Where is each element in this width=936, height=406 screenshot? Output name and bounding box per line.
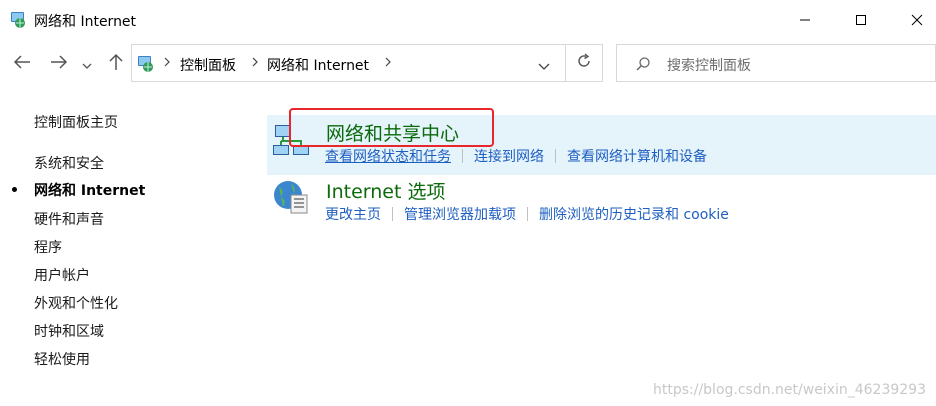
sidebar-item-clock-region[interactable]: 时钟和区域 [34, 321, 104, 341]
sidebar-link-control-panel-home[interactable]: 控制面板主页 [34, 112, 118, 132]
address-bar[interactable]: 控制面板 网络和 Internet [131, 44, 571, 82]
sidebar-item-user-accounts[interactable]: 用户帐户 [34, 265, 90, 285]
search-input[interactable]: 搜索控制面板 [667, 55, 751, 75]
link-view-network-status[interactable]: 查看网络状态和任务 [325, 149, 451, 165]
maximize-icon [855, 11, 867, 30]
link-separator [462, 149, 463, 163]
sidebar-item-network-internet[interactable]: 网络和 Internet [34, 180, 145, 200]
internet-options-globe-icon [271, 177, 311, 217]
title-bar: 网络和 Internet [0, 0, 936, 40]
sidebar-item-appearance[interactable]: 外观和个性化 [34, 293, 118, 313]
category-links: 查看网络状态和任务 连接到网络 查看网络计算机和设备 [325, 146, 707, 166]
back-button[interactable] [10, 52, 34, 76]
breadcrumb-network-internet[interactable]: 网络和 Internet [267, 55, 369, 75]
close-icon [911, 11, 923, 30]
search-icon [635, 56, 651, 76]
window-title: 网络和 Internet [34, 14, 137, 30]
red-annotation-box [289, 108, 494, 147]
breadcrumb-control-panel[interactable]: 控制面板 [180, 55, 236, 75]
sidebar-item-system-security[interactable]: 系统和安全 [34, 153, 104, 173]
link-change-homepage[interactable]: 更改主页 [325, 207, 381, 223]
link-delete-history[interactable]: 删除浏览的历史记录和 cookie [539, 207, 729, 223]
sidebar-item-ease-of-access[interactable]: 轻松使用 [34, 349, 90, 369]
link-separator [555, 149, 556, 163]
chevron-right-icon [384, 56, 392, 71]
minimize-button[interactable] [782, 0, 828, 40]
arrow-right-icon [50, 54, 68, 74]
chevron-right-icon [251, 56, 259, 71]
sidebar-item-programs[interactable]: 程序 [34, 237, 62, 257]
link-connect-to-network[interactable]: 连接到网络 [474, 149, 544, 165]
category-internet-options[interactable]: Internet 选项 更改主页 管理浏览器加载项 删除浏览的历史记录和 cooki… [267, 175, 936, 235]
minimize-icon [799, 11, 811, 30]
network-globe-icon [8, 10, 28, 30]
maximize-button[interactable] [838, 0, 884, 40]
forward-button[interactable] [47, 52, 71, 76]
up-button[interactable] [104, 52, 128, 76]
link-separator [527, 207, 528, 221]
address-history-dropdown[interactable] [532, 55, 556, 73]
arrow-up-icon [108, 53, 124, 75]
recent-locations-button[interactable] [79, 52, 95, 76]
sidebar: 控制面板主页 系统和安全 网络和 Internet 硬件和声音 程序 用户帐户 … [0, 100, 260, 406]
refresh-icon [576, 53, 592, 73]
chevron-down-icon [538, 55, 550, 74]
category-title-internet-options[interactable]: Internet 选项 [326, 177, 445, 204]
close-button[interactable] [894, 0, 936, 40]
navigation-bar: 控制面板 网络和 Internet 搜索控制面板 [0, 40, 936, 88]
active-item-bullet [12, 187, 17, 192]
link-view-network-computers[interactable]: 查看网络计算机和设备 [567, 149, 707, 165]
watermark-text: https://blog.csdn.net/weixin_46239293 [652, 382, 926, 398]
link-separator [392, 207, 393, 221]
sidebar-item-hardware-sound[interactable]: 硬件和声音 [34, 209, 104, 229]
search-box[interactable]: 搜索控制面板 [616, 44, 936, 82]
chevron-right-icon [163, 56, 171, 71]
control-panel-network-icon [136, 54, 156, 74]
refresh-button[interactable] [565, 44, 603, 82]
link-manage-addons[interactable]: 管理浏览器加载项 [404, 207, 516, 223]
arrow-left-icon [13, 54, 31, 74]
chevron-down-icon [82, 55, 92, 74]
category-links: 更改主页 管理浏览器加载项 删除浏览的历史记录和 cookie [325, 204, 729, 224]
